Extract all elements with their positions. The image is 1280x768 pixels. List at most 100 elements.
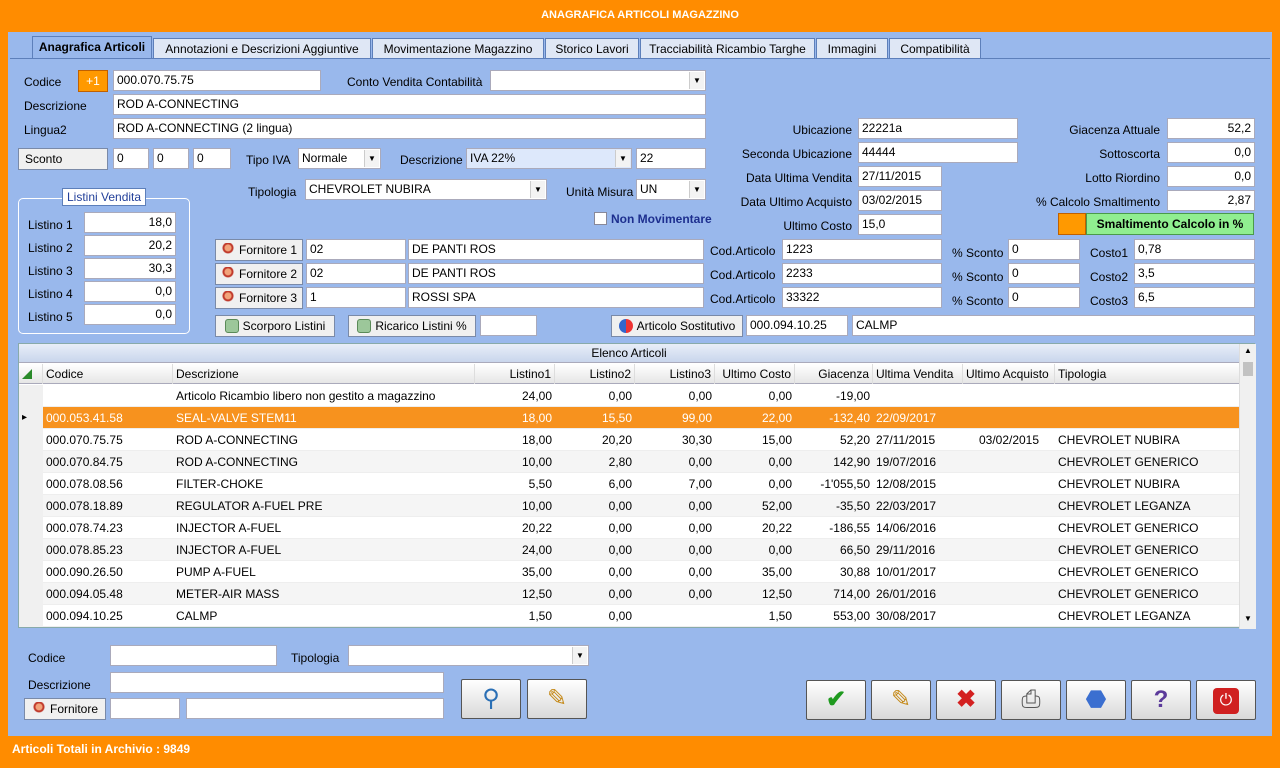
table-row[interactable]: 000.078.18.89 REGULATOR A-FUEL PRE 10,00 0,…: [19, 495, 1239, 517]
data-ultima-vendita-input[interactable]: 27/11/2015: [858, 166, 942, 187]
listino3-input[interactable]: 30,3: [84, 258, 176, 279]
listino1-input[interactable]: 18,0: [84, 212, 176, 233]
scorporo-listini-button[interactable]: Scorporo Listini: [215, 315, 335, 337]
listino2-input[interactable]: 20,2: [84, 235, 176, 256]
seconda-ubicazione-input[interactable]: 44444: [858, 142, 1018, 163]
filter-fornitore-code-input[interactable]: [110, 698, 180, 719]
listino4-input[interactable]: 0,0: [84, 281, 176, 302]
delete-button[interactable]: ✖: [936, 680, 996, 720]
increment-code-button[interactable]: +1: [78, 70, 108, 92]
costo2-input[interactable]: 3,5: [1134, 263, 1255, 284]
fornitore3-cod-input[interactable]: 33322: [782, 287, 942, 308]
sconto3-input[interactable]: 0: [193, 148, 231, 169]
fornitore1-cod-input[interactable]: 1223: [782, 239, 942, 260]
costo1-input[interactable]: 0,78: [1134, 239, 1255, 260]
sconto1-input[interactable]: 0: [113, 148, 149, 169]
costo3-input[interactable]: 6,5: [1134, 287, 1255, 308]
iva-descrizione-select[interactable]: IVA 22% ▼: [466, 148, 632, 169]
descrizione-input[interactable]: ROD A-CONNECTING: [113, 94, 706, 115]
fornitore3-code-input[interactable]: 1: [306, 287, 406, 308]
fornitore3-name-input[interactable]: ROSSI SPA: [408, 287, 704, 308]
filter-tipologia-select[interactable]: ▼: [348, 645, 589, 666]
table-row[interactable]: Articolo Ricambio libero non gestito a m…: [19, 385, 1239, 407]
col-ultimo-costo[interactable]: Ultimo Costo: [715, 364, 795, 384]
filter-descrizione-input[interactable]: [110, 672, 444, 693]
row-selector[interactable]: [19, 517, 43, 539]
row-selector[interactable]: [19, 583, 43, 605]
fornitore2-cod-input[interactable]: 2233: [782, 263, 942, 284]
confirm-button[interactable]: ✔: [806, 680, 866, 720]
unita-misura-select[interactable]: UN ▼: [636, 179, 706, 200]
table-row[interactable]: 000.090.26.50 PUMP A-FUEL 35,00 0,00 0,00 35,…: [19, 561, 1239, 583]
lingua2-input[interactable]: ROD A-CONNECTING (2 lingua): [113, 118, 706, 139]
fornitore2-name-input[interactable]: DE PANTI ROS: [408, 263, 704, 284]
print-button[interactable]: ⎙: [1001, 680, 1061, 720]
row-selector-icon[interactable]: ▸: [19, 407, 43, 429]
articolo-sostitutivo-button[interactable]: Articolo Sostitutivo: [611, 315, 743, 337]
col-ultima-vendita[interactable]: Ultima Vendita: [873, 364, 963, 384]
scroll-up-icon[interactable]: ▲: [1242, 346, 1254, 355]
row-selector[interactable]: [19, 385, 43, 407]
table-row[interactable]: 000.078.74.23 INJECTOR A-FUEL 20,22 0,00 0,0…: [19, 517, 1239, 539]
fornitore2-sconto-input[interactable]: 0: [1008, 263, 1080, 284]
sconto2-input[interactable]: 0: [153, 148, 189, 169]
non-movimentare-checkbox[interactable]: [594, 212, 607, 225]
scroll-thumb[interactable]: [1243, 362, 1253, 376]
table-row[interactable]: ▸ 000.053.41.58 SEAL-VALVE STEM11 18,00 15,5…: [19, 407, 1239, 429]
filter-fornitore-name-input[interactable]: [186, 698, 444, 719]
table-row[interactable]: 000.070.75.75 ROD A-CONNECTING 18,00 20,20 3…: [19, 429, 1239, 451]
row-selector[interactable]: [19, 495, 43, 517]
row-selector[interactable]: [19, 451, 43, 473]
col-listino3[interactable]: Listino3: [635, 364, 715, 384]
search-button[interactable]: ⚲: [461, 679, 521, 719]
row-selector[interactable]: [19, 561, 43, 583]
col-descrizione[interactable]: Descrizione: [173, 364, 475, 384]
fornitore1-code-input[interactable]: 02: [306, 239, 406, 260]
conto-vendita-select[interactable]: ▼: [490, 70, 706, 91]
codice-input[interactable]: 000.070.75.75: [113, 70, 321, 91]
data-ultimo-acquisto-input[interactable]: 03/02/2015: [858, 190, 942, 211]
fornitore1-button[interactable]: Fornitore 1: [215, 239, 303, 261]
table-row[interactable]: 000.094.05.48 METER-AIR MASS 12,50 0,00 0,00…: [19, 583, 1239, 605]
table-row[interactable]: 000.094.10.25 CALMP 1,50 0,00 1,50 553,00 30/0…: [19, 605, 1239, 627]
tab-compatibilita[interactable]: Compatibilità: [889, 38, 981, 59]
fornitore2-button[interactable]: Fornitore 2: [215, 263, 303, 285]
ultimo-costo-input[interactable]: 15,0: [858, 214, 942, 235]
col-listino1[interactable]: Listino1: [475, 364, 555, 384]
sconto-button[interactable]: Sconto: [18, 148, 108, 170]
tab-storico-lavori[interactable]: Storico Lavori: [545, 38, 639, 59]
row-selector[interactable]: [19, 605, 43, 627]
tab-anagrafica-articoli[interactable]: Anagrafica Articoli: [32, 36, 152, 59]
smaltimento-color-button[interactable]: [1058, 213, 1086, 235]
row-selector[interactable]: [19, 539, 43, 561]
table-row[interactable]: 000.078.85.23 INJECTOR A-FUEL 24,00 0,00 0,0…: [19, 539, 1239, 561]
tipologia-select[interactable]: CHEVROLET NUBIRA ▼: [305, 179, 547, 200]
iva-code-input[interactable]: 22: [636, 148, 706, 169]
row-selector[interactable]: [19, 429, 43, 451]
filter-codice-input[interactable]: [110, 645, 277, 666]
ricarico-input[interactable]: [480, 315, 537, 336]
fornitore3-sconto-input[interactable]: 0: [1008, 287, 1080, 308]
row-selector[interactable]: [19, 473, 43, 495]
col-ultimo-acquisto[interactable]: Ultimo Acquisto: [963, 364, 1055, 384]
table-row[interactable]: 000.070.84.75 ROD A-CONNECTING 10,00 2,80 0,…: [19, 451, 1239, 473]
tools-button[interactable]: ⬣: [1066, 680, 1126, 720]
tab-annotazioni[interactable]: Annotazioni e Descrizioni Aggiuntive: [153, 38, 371, 59]
sottoscorta-input[interactable]: 0,0: [1167, 142, 1255, 163]
smaltimento-calcolo-button[interactable]: Smaltimento Calcolo in %: [1086, 213, 1254, 235]
ricarico-listini-button[interactable]: Ricarico Listini %: [348, 315, 476, 337]
calcolo-smaltimento-input[interactable]: 2,87: [1167, 190, 1255, 211]
fornitore2-code-input[interactable]: 02: [306, 263, 406, 284]
scroll-down-icon[interactable]: ▼: [1242, 614, 1254, 623]
tab-movimentazione[interactable]: Movimentazione Magazzino: [372, 38, 544, 59]
ubicazione-input[interactable]: 22221a: [858, 118, 1018, 139]
table-row[interactable]: 000.078.08.56 FILTER-CHOKE 5,50 6,00 7,00 0,0…: [19, 473, 1239, 495]
col-tipologia[interactable]: Tipologia: [1055, 364, 1239, 384]
col-giacenza[interactable]: Giacenza: [795, 364, 873, 384]
fornitore3-button[interactable]: Fornitore 3: [215, 287, 303, 309]
articoli-grid[interactable]: Elenco Articoli Codice Descrizione Listi…: [18, 343, 1256, 629]
col-listino2[interactable]: Listino2: [555, 364, 635, 384]
sostitutivo-name-input[interactable]: CALMP: [852, 315, 1255, 336]
filter-fornitore-button[interactable]: Fornitore: [24, 698, 106, 720]
fornitore1-sconto-input[interactable]: 0: [1008, 239, 1080, 260]
